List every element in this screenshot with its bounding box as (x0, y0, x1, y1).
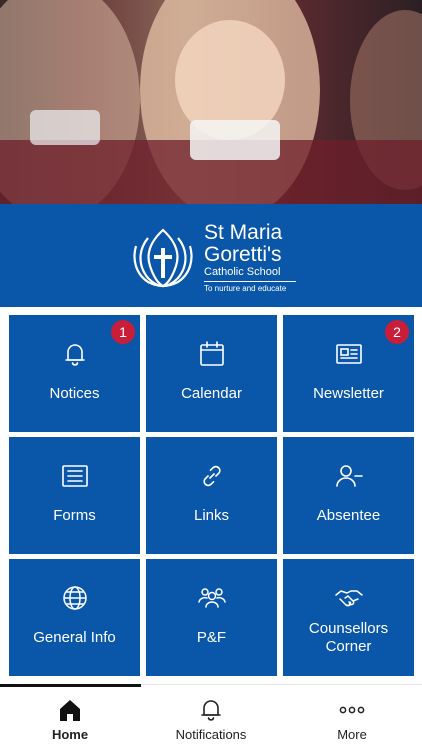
lily-cross-logo-icon (133, 228, 193, 288)
user-minus-icon (335, 465, 363, 487)
bell-icon (64, 344, 85, 366)
home-icon (60, 700, 80, 721)
tile-counsellors-corner[interactable]: Counsellors Corner (283, 559, 414, 676)
school-logo: St Maria Goretti's Catholic School To nu… (128, 220, 298, 296)
form-icon (61, 465, 88, 487)
tab-more[interactable]: More (282, 685, 422, 750)
divider (204, 281, 296, 282)
bottom-tab-bar: Home Notifications More (0, 684, 422, 750)
tab-home[interactable]: Home (0, 685, 140, 750)
school-motto: To nurture and educate (204, 284, 287, 293)
link-icon (202, 465, 221, 487)
notification-count-badge: 2 (385, 320, 409, 344)
school-subtitle: Catholic School (204, 266, 281, 278)
tile-label: General Info (33, 629, 116, 646)
tile-forms[interactable]: Forms (9, 437, 140, 554)
tile-links[interactable]: Links (146, 437, 277, 554)
notification-count-badge: 1 (111, 320, 135, 344)
tile-calendar[interactable]: Calendar (146, 315, 277, 432)
handshake-icon (334, 590, 363, 607)
tile-label: P&F (196, 629, 227, 646)
tile-general-info[interactable]: General Info (9, 559, 140, 676)
tile-label: Forms (53, 507, 96, 524)
tile-p-and-f[interactable]: P&F (146, 559, 277, 676)
school-name: St Maria Goretti's (204, 221, 283, 266)
tile-notices[interactable]: Notices 1 (9, 315, 140, 432)
globe-icon (62, 586, 87, 610)
people-icon (197, 588, 226, 608)
tile-label: Links (193, 507, 230, 524)
tab-label: More (337, 727, 367, 742)
tile-label: Notices (49, 385, 100, 402)
school-banner: St Maria Goretti's Catholic School To nu… (0, 204, 422, 307)
tile-label: Counsellors Corner (308, 620, 389, 655)
more-dots-icon (339, 706, 365, 714)
tab-label: Notifications (175, 727, 247, 742)
tile-label: Absentee (316, 507, 381, 524)
tile-absentee[interactable]: Absentee (283, 437, 414, 554)
tile-newsletter[interactable]: Newsletter 2 (283, 315, 414, 432)
newspaper-icon (335, 344, 362, 364)
tile-label: Newsletter (313, 385, 384, 402)
tile-label: Calendar (181, 385, 242, 402)
hero-photo (0, 0, 422, 204)
bell-icon (201, 700, 221, 721)
tab-notifications[interactable]: Notifications (141, 685, 281, 750)
tab-label: Home (51, 727, 89, 742)
calendar-icon (199, 341, 224, 366)
